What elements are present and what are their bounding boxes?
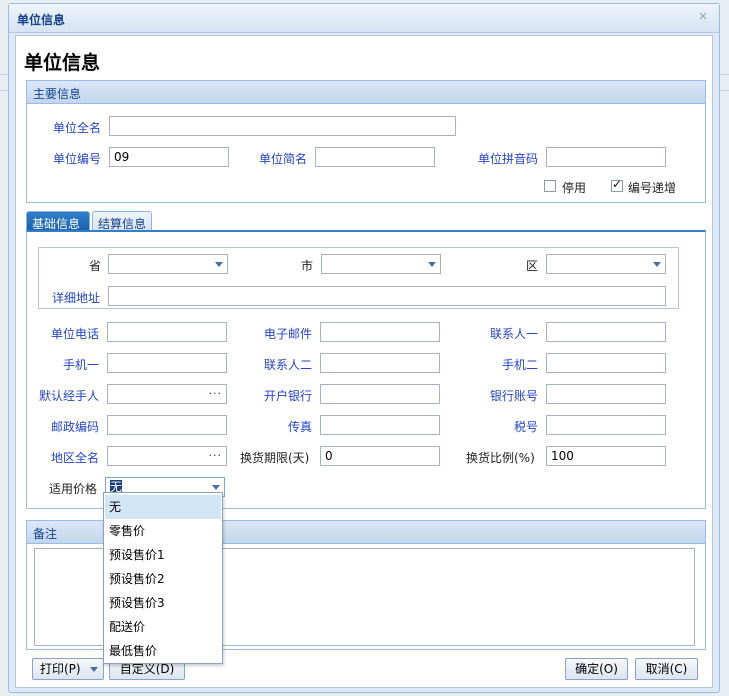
postcode-input[interactable]	[107, 415, 227, 435]
chevron-down-icon[interactable]	[90, 667, 98, 672]
contact1-label: 联系人一	[490, 327, 539, 341]
chevron-down-icon[interactable]	[653, 262, 661, 267]
code-label: 单位编号	[53, 152, 102, 166]
district-combo[interactable]	[546, 254, 666, 274]
bank-input[interactable]	[320, 384, 440, 404]
phone-input[interactable]	[107, 322, 227, 342]
window-title: 单位信息	[17, 13, 66, 27]
manager-input[interactable]: ···	[107, 384, 227, 404]
address-detail-label: 详细地址	[52, 291, 101, 305]
cancel-button[interactable]: 取消(C)	[635, 658, 698, 680]
tab-basic-info[interactable]: 基础信息	[26, 211, 90, 231]
mobile1-label: 手机一	[63, 358, 100, 372]
dropdown-option[interactable]: 无	[105, 495, 221, 519]
pinyin-input[interactable]	[546, 147, 666, 167]
disable-checkbox[interactable]	[544, 180, 556, 192]
exchange-ratio-label: 换货比例(%)	[466, 451, 535, 465]
region-input[interactable]: ···	[107, 446, 227, 466]
main-info-panel: 主要信息	[26, 80, 706, 203]
fax-label: 传真	[288, 420, 313, 434]
full-name-label: 单位全名	[53, 121, 102, 135]
account-input[interactable]	[546, 384, 666, 404]
address-detail-input[interactable]	[108, 286, 666, 306]
mobile1-input[interactable]	[107, 353, 227, 373]
mobile2-input[interactable]	[546, 353, 666, 373]
ok-button[interactable]: 确定(O)	[565, 658, 628, 680]
city-label: 市	[301, 259, 314, 273]
exchange-days-input[interactable]: 0	[320, 446, 440, 466]
phone-label: 单位电话	[51, 327, 100, 341]
code-input[interactable]: 09	[109, 147, 229, 167]
chevron-down-icon[interactable]	[428, 262, 436, 267]
panel-title: 主要信息	[33, 87, 82, 101]
bank-label: 开户银行	[264, 389, 313, 403]
province-combo[interactable]	[108, 254, 228, 274]
region-label: 地区全名	[51, 451, 100, 465]
tab-settlement-info[interactable]: 结算信息	[92, 211, 152, 231]
tax-input[interactable]	[546, 415, 666, 435]
dropdown-option[interactable]: 预设售价1	[105, 543, 221, 567]
title-bar[interactable]: 单位信息 ✕	[9, 4, 719, 33]
contact2-label: 联系人二	[264, 358, 313, 372]
dropdown-option[interactable]: 预设售价3	[105, 591, 221, 615]
tax-label: 税号	[514, 420, 539, 434]
manager-label: 默认经手人	[39, 389, 100, 403]
account-label: 银行账号	[490, 389, 539, 403]
print-button-label: 打印(P)	[40, 662, 81, 676]
print-button[interactable]: 打印(P)	[32, 658, 104, 680]
mobile2-label: 手机二	[502, 358, 539, 372]
panel-title: 备注	[33, 527, 58, 541]
ellipsis-icon[interactable]: ···	[209, 449, 223, 463]
panel-header: 主要信息	[27, 81, 705, 104]
auto-increment-label: 编号递增	[628, 181, 677, 195]
disable-label: 停用	[562, 181, 587, 195]
province-label: 省	[89, 259, 102, 273]
dropdown-option[interactable]: 最低售价	[105, 639, 221, 663]
email-label: 电子邮件	[264, 327, 313, 341]
dropdown-option[interactable]: 零售价	[105, 519, 221, 543]
city-combo[interactable]	[321, 254, 441, 274]
exchange-ratio-input[interactable]: 100	[546, 446, 666, 466]
district-label: 区	[526, 259, 539, 273]
exchange-days-label: 换货期限(天)	[240, 451, 310, 465]
short-name-label: 单位简名	[259, 152, 308, 166]
pinyin-label: 单位拼音码	[478, 152, 539, 166]
fax-input[interactable]	[320, 415, 440, 435]
short-name-input[interactable]	[315, 147, 435, 167]
auto-increment-checkbox[interactable]	[611, 177, 623, 192]
dropdown-option[interactable]: 预设售价2	[105, 567, 221, 591]
contact2-input[interactable]	[320, 353, 440, 373]
contact1-input[interactable]	[546, 322, 666, 342]
postcode-label: 邮政编码	[51, 420, 100, 434]
email-input[interactable]	[320, 322, 440, 342]
ellipsis-icon[interactable]: ···	[209, 387, 223, 401]
dropdown-option[interactable]: 配送价	[105, 615, 221, 639]
chevron-down-icon[interactable]	[212, 485, 220, 490]
price-dropdown-list: 无 零售价 预设售价1 预设售价2 预设售价3 配送价 最低售价	[103, 492, 223, 664]
price-label: 适用价格	[49, 482, 98, 496]
close-icon[interactable]: ✕	[697, 11, 709, 23]
chevron-down-icon[interactable]	[215, 262, 223, 267]
full-name-input[interactable]	[109, 116, 456, 136]
page-title: 单位信息	[24, 52, 101, 74]
